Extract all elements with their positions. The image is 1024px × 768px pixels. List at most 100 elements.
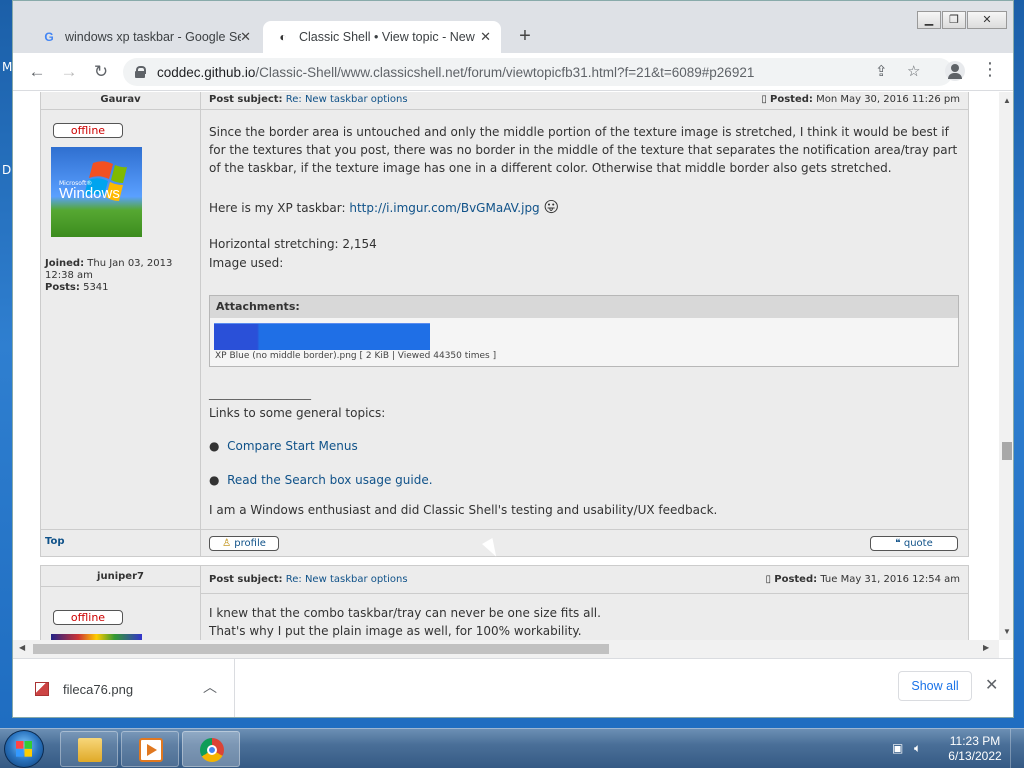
image-file-icon xyxy=(35,682,49,696)
tab-title: windows xp taskbar - Google Sea xyxy=(65,30,241,44)
lock-icon[interactable] xyxy=(135,66,146,78)
chrome-taskbar-button[interactable] xyxy=(182,731,240,767)
post-line: That's why I put the plain image as well… xyxy=(209,624,582,638)
post-paragraph: Since the border area is untouched and o… xyxy=(209,125,958,175)
scroll-down-icon[interactable]: ▼ xyxy=(1003,627,1011,636)
url-text: coddec.github.io/Classic-Shell/www.class… xyxy=(157,65,754,80)
network-icon[interactable]: ▣ xyxy=(892,741,908,757)
bullet-icon: ● xyxy=(209,473,220,487)
volume-icon[interactable]: 🔈︎ xyxy=(914,741,930,757)
clock-time: 11:23 PM xyxy=(949,734,1001,748)
browser-menu-icon[interactable]: ⋮ xyxy=(981,59,999,80)
post-header: Post subject: Re: New taskbar options ▯ … xyxy=(201,566,968,594)
download-bar: fileca76.png ︿ Show all ✕ xyxy=(13,658,1013,717)
profile-icon[interactable] xyxy=(945,61,965,81)
user-info: Joined: Thu Jan 03, 2013 12:38 am Posts:… xyxy=(45,258,200,294)
desktop-icon-label[interactable]: D xyxy=(2,163,11,177)
posted-value: Mon May 30, 2016 11:26 pm xyxy=(816,94,960,105)
system-tray: ▣ 🔈︎ 11:23 PM 6/13/2022 xyxy=(886,729,1024,768)
list-item: ● Read the Search box usage guide. xyxy=(209,471,958,489)
smiley-icon: 😛 xyxy=(543,198,560,216)
posted-label: Posted: xyxy=(774,574,818,585)
posts-label: Posts: xyxy=(45,282,80,293)
post-subject-link[interactable]: Re: New taskbar options xyxy=(286,574,408,585)
post-line: I knew that the combo taskbar/tray can n… xyxy=(209,606,601,620)
user-icon: ♙ xyxy=(222,538,232,549)
page-viewport: Gaurav offline Microsoft® Windows Joined… xyxy=(13,92,999,640)
scroll-right-icon[interactable]: ▶ xyxy=(983,643,989,652)
scroll-left-icon[interactable]: ◀ xyxy=(19,643,25,652)
list-item: ● Compare Start Menus xyxy=(209,437,958,455)
vertical-scroll-thumb[interactable] xyxy=(1002,442,1012,460)
profile-button[interactable]: ♙ profile xyxy=(209,536,279,551)
bullet-icon: ● xyxy=(209,439,220,453)
author-name[interactable]: Gaurav xyxy=(41,92,200,110)
compare-start-menus-link[interactable]: Compare Start Menus xyxy=(227,439,358,453)
horizontal-scroll-thumb[interactable] xyxy=(33,644,609,654)
status-badge: offline xyxy=(53,610,123,625)
close-icon[interactable]: ✕ xyxy=(240,29,251,45)
browser-window: ▁ ❐ ✕ G windows xp taskbar - Google Sea … xyxy=(12,0,1014,718)
quote-button-label: quote xyxy=(903,538,933,549)
forward-button[interactable]: → xyxy=(57,60,81,84)
post-icon[interactable]: ▯ xyxy=(766,574,772,585)
attachment-image[interactable] xyxy=(214,323,430,350)
show-all-button[interactable]: Show all xyxy=(898,671,972,701)
back-button[interactable]: ← xyxy=(25,60,49,84)
post-date: ▯ Posted: Tue May 31, 2016 12:54 am xyxy=(766,574,960,585)
post-line: Here is my XP taskbar: http://i.imgur.co… xyxy=(209,198,958,217)
post-author-column: juniper7 offline xyxy=(41,566,201,640)
search-guide-link[interactable]: Read the Search box usage guide. xyxy=(227,473,432,487)
attachments-box: Attachments: XP Blue (no middle border).… xyxy=(209,295,959,367)
tab-google-search[interactable]: G windows xp taskbar - Google Sea ✕ xyxy=(29,21,261,53)
close-window-button[interactable]: ✕ xyxy=(967,11,1007,29)
signature-rule: _________________ xyxy=(209,386,311,400)
browser-toolbar: ← → ↻ coddec.github.io/Classic-Shell/www… xyxy=(13,53,1013,91)
windows-taskbar: ▣ 🔈︎ 11:23 PM 6/13/2022 xyxy=(0,728,1024,768)
close-icon[interactable]: ✕ xyxy=(480,29,491,45)
stretch-text: Horizontal stretching: 2,154 xyxy=(209,237,377,251)
attachment-caption: XP Blue (no middle border).png [ 2 KiB |… xyxy=(215,351,497,361)
chevron-up-icon[interactable]: ︿ xyxy=(203,677,217,697)
scroll-up-icon[interactable]: ▲ xyxy=(1003,96,1011,105)
maximize-button[interactable]: ❐ xyxy=(942,11,966,29)
author-name[interactable]: juniper7 xyxy=(41,566,200,587)
bookmark-star-icon[interactable]: ☆ xyxy=(907,58,920,86)
post-date: ▯ Posted: Mon May 30, 2016 11:26 pm xyxy=(761,94,960,105)
folder-icon xyxy=(78,738,102,762)
tab-strip: ▁ ❐ ✕ G windows xp taskbar - Google Sea … xyxy=(13,1,1013,53)
chrome-icon xyxy=(200,738,224,762)
google-icon: G xyxy=(44,30,54,44)
post-icon[interactable]: ▯ xyxy=(761,94,767,105)
close-download-bar-icon[interactable]: ✕ xyxy=(985,675,998,695)
reload-button[interactable]: ↻ xyxy=(89,60,113,84)
clock[interactable]: 11:23 PM 6/13/2022 xyxy=(942,734,1008,764)
share-icon[interactable]: ⇪ xyxy=(875,58,888,86)
start-button[interactable] xyxy=(4,730,44,768)
desktop-icon-label[interactable]: M xyxy=(2,60,12,74)
imgur-link[interactable]: http://i.imgur.com/BvGMaAV.jpg xyxy=(349,201,539,215)
forum-post: juniper7 offline Post subject: Re: New t… xyxy=(40,565,969,640)
clock-date: 6/13/2022 xyxy=(948,749,1002,763)
post-subject-label: Post subject: xyxy=(209,94,283,105)
tab-classic-shell[interactable]: ◐ Classic Shell • View topic - New t ✕ xyxy=(263,21,501,53)
show-desktop-button[interactable] xyxy=(1010,729,1024,768)
post-subject-link[interactable]: Re: New taskbar options xyxy=(286,94,408,105)
quote-icon: ❝ xyxy=(895,538,901,549)
minimize-button[interactable]: ▁ xyxy=(917,11,941,29)
address-bar[interactable]: coddec.github.io/Classic-Shell/www.class… xyxy=(123,58,953,86)
url-host: coddec.github.io xyxy=(157,64,256,80)
quote-button[interactable]: ❝ quote xyxy=(870,536,958,551)
media-player-taskbar-button[interactable] xyxy=(121,731,179,767)
post-footer: ♙ profile ❝ quote xyxy=(41,529,968,557)
posted-value: Tue May 31, 2016 12:54 am xyxy=(820,574,960,585)
posts-value: 5341 xyxy=(83,282,109,293)
post-subject-label: Post subject: xyxy=(209,574,283,585)
explorer-taskbar-button[interactable] xyxy=(60,731,118,767)
download-item[interactable]: fileca76.png ︿ xyxy=(13,659,235,717)
vertical-scrollbar[interactable]: ▲ ▼ xyxy=(999,92,1013,640)
new-tab-button[interactable]: + xyxy=(513,25,537,49)
horizontal-scrollbar[interactable]: ◀ ▶ xyxy=(13,640,999,658)
joined-label: Joined: xyxy=(45,258,85,269)
post-header: Post subject: Re: New taskbar options ▯ … xyxy=(201,92,968,110)
